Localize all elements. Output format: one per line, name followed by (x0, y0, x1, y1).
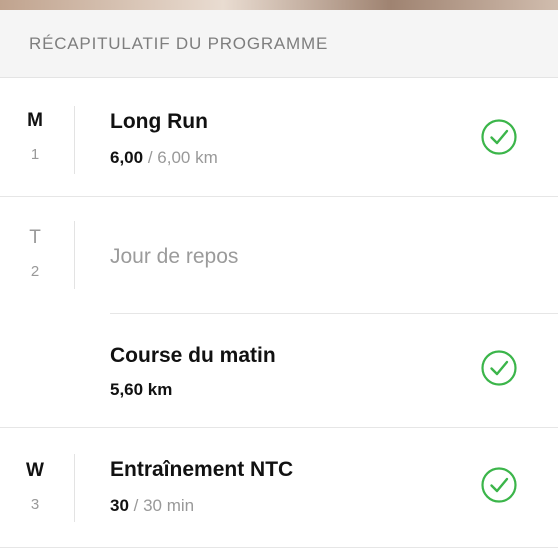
day-label: M 1 (0, 78, 70, 163)
day-row-tuesday[interactable]: T 2 Jour de repos Course du matin 5,60 k… (0, 197, 558, 428)
day-row-wednesday[interactable]: W 3 Entraînement NTC 30 / 30 min (0, 428, 558, 548)
activity-done-value: 5,60 km (110, 380, 173, 399)
rest-day-item: Jour de repos (110, 197, 558, 268)
check-circle-icon (481, 350, 517, 386)
day-letter: W (26, 460, 44, 481)
activity-goal-value: 6,00 km (157, 148, 218, 167)
day-number: 1 (30, 146, 40, 163)
background-strip (0, 0, 558, 10)
rest-day-label: Jour de repos (110, 245, 239, 268)
activity-separator: / (128, 496, 144, 515)
day-label: W 3 (0, 428, 70, 513)
day-divider-line (74, 106, 75, 174)
check-circle-icon (481, 119, 517, 155)
day-divider-line (74, 221, 75, 289)
day-label: T 2 (0, 197, 70, 280)
day-divider-line (74, 454, 75, 522)
activity-goal-value: 30 min (143, 496, 195, 515)
day-letter: M (27, 110, 43, 131)
program-summary-header: RÉCAPITULATIF DU PROGRAMME (0, 10, 558, 78)
check-circle-icon (481, 467, 517, 503)
activity-done-value: 30 (110, 496, 129, 515)
activity-separator: / (143, 148, 158, 167)
day-number: 3 (30, 496, 40, 513)
day-letter: T (29, 227, 41, 248)
program-summary-card: RÉCAPITULATIF DU PROGRAMME M 1 Long Run … (0, 10, 558, 548)
day-number: 2 (30, 263, 40, 280)
activity-done-value: 6,00 (110, 148, 144, 167)
program-summary-title: RÉCAPITULATIF DU PROGRAMME (29, 33, 329, 53)
day-row-monday[interactable]: M 1 Long Run 6,00 / 6,00 km (0, 78, 558, 197)
